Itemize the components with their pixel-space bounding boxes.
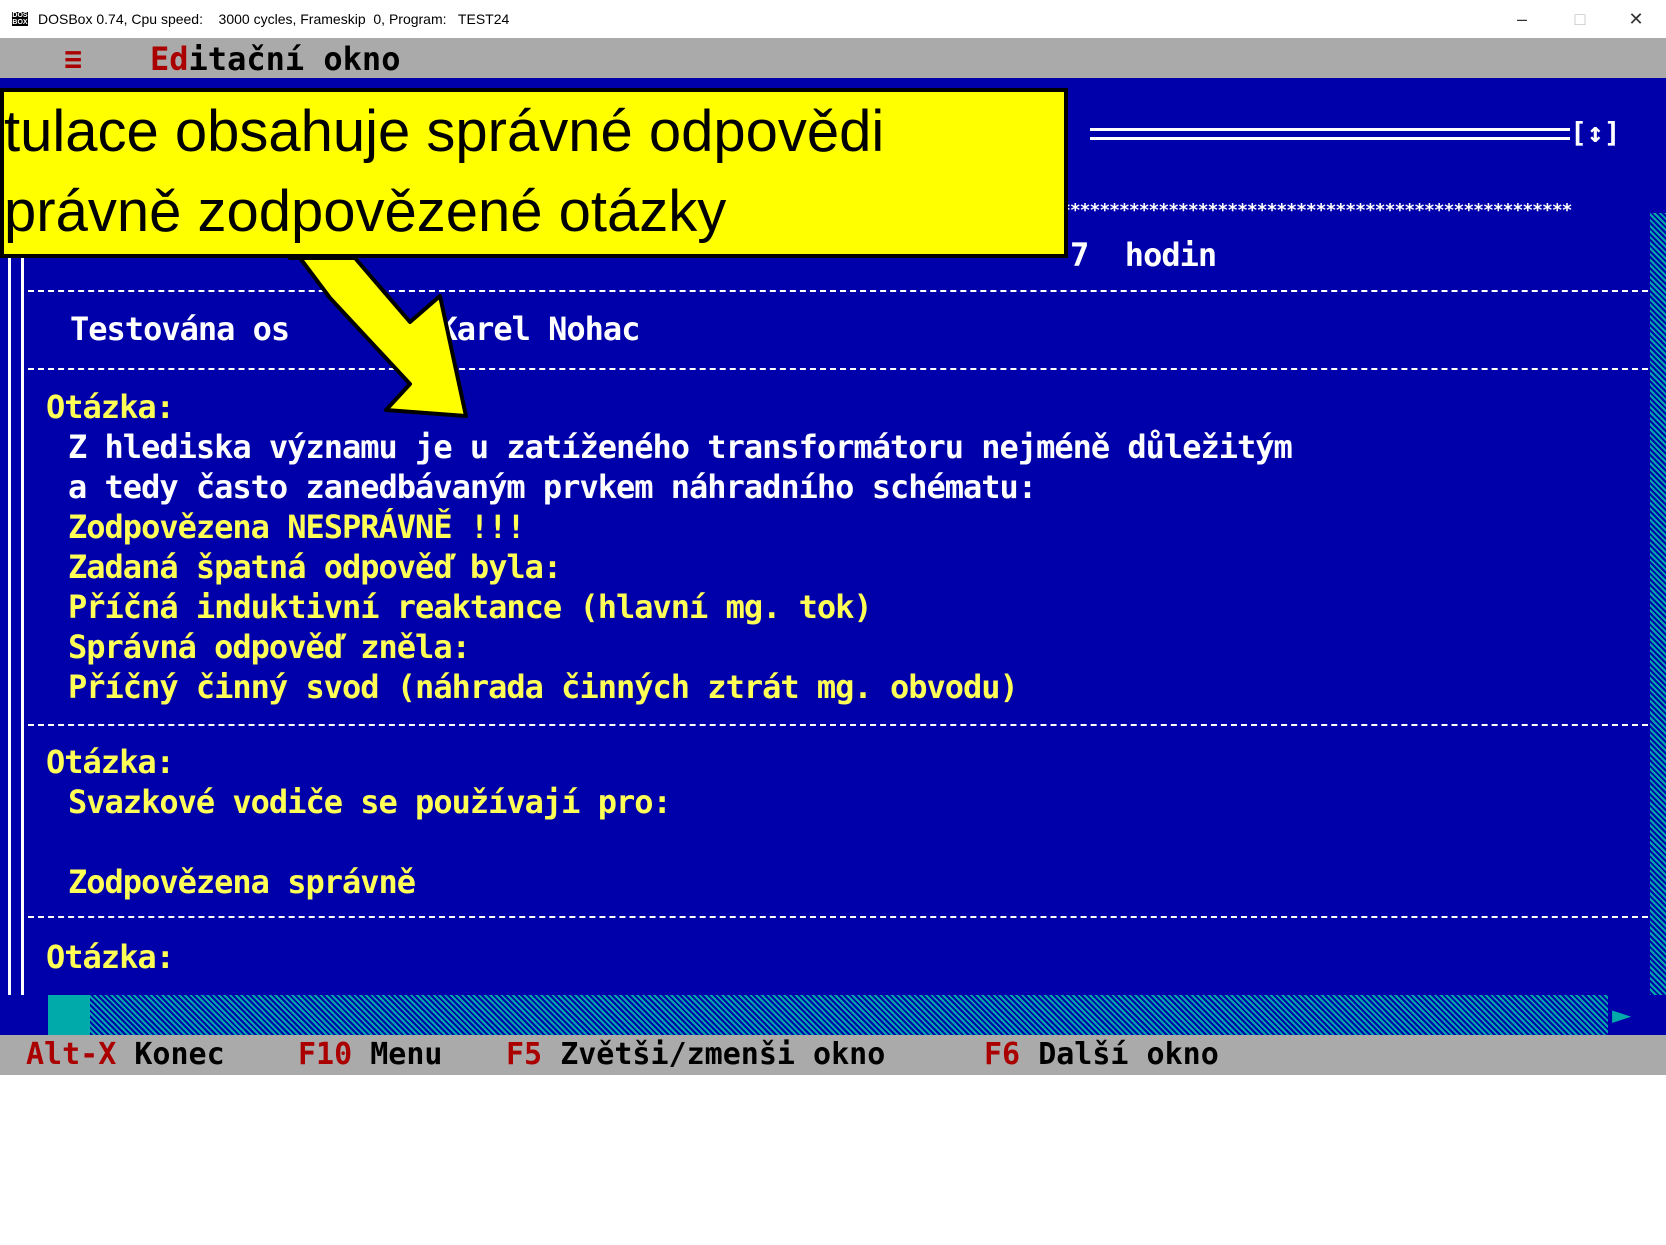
callout-arrow-icon (288, 256, 468, 418)
